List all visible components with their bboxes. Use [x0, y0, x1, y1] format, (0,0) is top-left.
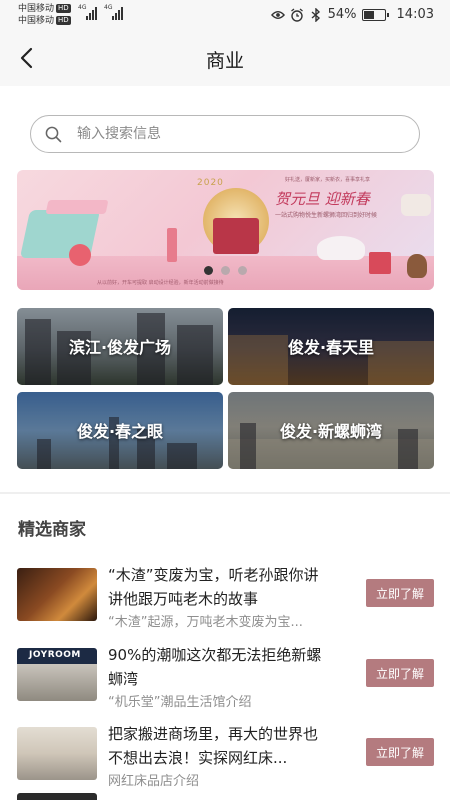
learn-more-button[interactable]: 立即了解 — [366, 659, 434, 687]
carousel-dot[interactable] — [203, 266, 213, 275]
bluetooth-icon — [309, 7, 323, 22]
carousel-indicator — [0, 266, 450, 275]
search-box[interactable] — [30, 115, 420, 153]
merchant-thumbnail — [17, 727, 97, 780]
carrier-name-2: 中国移动 — [18, 16, 55, 26]
merchant-desc: “木渣”起源，万吨老木变废为宝... — [108, 615, 303, 630]
merchant-thumbnail: JOYROOM — [17, 648, 97, 701]
carousel-dot[interactable] — [237, 266, 247, 275]
merchant-item[interactable]: “木渣”变废为宝，听老孙跟你讲讲他跟万吨老木的故事 “木渣”起源，万吨老木变废为… — [0, 563, 450, 635]
section-divider — [0, 492, 450, 494]
banner-year: 2020 — [197, 178, 224, 188]
carousel-dot[interactable] — [220, 266, 230, 275]
merchant-item[interactable]: 把家搬进商场里，再大的世界也不想出去浪！实探网红床... 网红床品店介绍 立即了… — [0, 722, 450, 794]
signal-icon — [86, 6, 97, 20]
section-title-merchants: 精选商家 — [18, 520, 86, 540]
banner-subline: 一站式购物悦生新螺狮湾回归到好时候 — [275, 212, 378, 219]
nav-bar: 商业 — [0, 30, 450, 86]
banner-decor-block — [45, 200, 109, 214]
banner-footer: 从以前好，开车可提取 启动设计经验，新年活动前做接待 — [97, 280, 224, 286]
page-title: 商业 — [205, 50, 244, 72]
plaza-card-xinluosiwan[interactable]: 俊发·新螺蛳湾 — [228, 392, 434, 469]
plaza-label: 俊发·新螺蛳湾 — [279, 422, 383, 441]
status-bar: 中国移动 HD 中国移动 HD 4G 4G 54% 14:03 — [0, 0, 450, 30]
carrier-label-1: 中国移动 HD — [18, 4, 71, 15]
merchant-thumbnail-partial — [17, 793, 97, 800]
plaza-card-chuntianli[interactable]: 俊发·春天里 — [228, 308, 434, 385]
hd-badge-1: HD — [56, 4, 71, 13]
plaza-card-chunzhiyan[interactable]: 俊发·春之眼 — [17, 392, 223, 469]
banner-decor-lipstick — [167, 228, 177, 262]
banner-decor-box — [213, 218, 259, 254]
hd-badge-2: HD — [56, 16, 71, 25]
eye-icon — [270, 8, 285, 22]
status-right: 54% 14:03 — [270, 7, 434, 22]
merchant-title: “木渣”变废为宝，听老孙跟你讲讲他跟万吨老木的故事 — [108, 566, 319, 608]
learn-more-button[interactable]: 立即了解 — [366, 738, 434, 766]
battery-icon — [361, 8, 389, 21]
banner-decor-clock — [69, 244, 91, 266]
banner-decor-pillow — [401, 194, 431, 216]
merchant-title: 把家搬进商场里，再大的世界也不想出去浪！实探网红床... — [108, 725, 319, 767]
merchant-desc: “机乐堂”潮品生活馆介绍 — [108, 695, 252, 710]
alarm-icon — [290, 7, 304, 22]
signal-icon — [112, 6, 123, 20]
merchant-desc: 网红床品店介绍 — [108, 774, 200, 789]
search-input[interactable] — [77, 116, 397, 152]
merchant-thumbnail — [17, 568, 97, 621]
banner-headline: 贺元旦 迎新春 — [275, 190, 370, 208]
merchant-title: 90%的潮咖这次都无法拒绝新螺蛳湾 — [108, 646, 322, 688]
carrier-name-1: 中国移动 — [18, 4, 55, 14]
clock-time: 14:03 — [396, 7, 434, 22]
banner-top-text: 好礼送，厦新家，买新衣，喜事享礼享 — [285, 177, 371, 183]
search-icon — [45, 126, 62, 143]
learn-more-button[interactable]: 立即了解 — [366, 579, 434, 607]
merchant-item[interactable]: JOYROOM 90%的潮咖这次都无法拒绝新螺蛳湾 “机乐堂”潮品生活馆介绍 立… — [0, 643, 450, 715]
plaza-card-binjiang[interactable]: 滨江·俊发广场 — [17, 308, 223, 385]
banner-decor-cake — [317, 236, 365, 260]
plaza-label: 俊发·春之眼 — [76, 422, 164, 441]
merchant-thumb-logo: JOYROOM — [29, 650, 81, 660]
battery-percent: 54% — [327, 7, 357, 22]
carrier-label-2: 中国移动 HD — [18, 16, 71, 27]
plaza-label: 俊发·春天里 — [287, 338, 375, 357]
plaza-label: 滨江·俊发广场 — [68, 338, 172, 357]
